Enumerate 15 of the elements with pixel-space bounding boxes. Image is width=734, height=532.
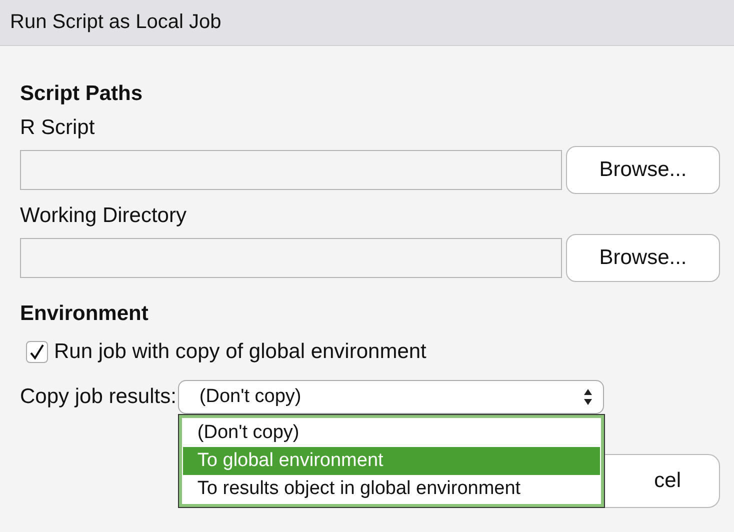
window-title: Run Script as Local Job (10, 11, 222, 34)
browse-button[interactable]: Browse... (566, 146, 720, 194)
section-heading: Script Paths (20, 82, 144, 106)
section-heading: Environment (20, 302, 150, 326)
dropdown-option[interactable]: (Don't copy) (183, 419, 600, 447)
updown-icon (583, 388, 594, 406)
input-field[interactable] (20, 150, 562, 190)
checkbox-label: Run job with copy of global environment (54, 340, 426, 364)
select-dropdown[interactable]: (Don't copy) (178, 380, 604, 414)
browse-button[interactable]: Browse... (566, 234, 720, 282)
select-label: Copy job results: (20, 385, 176, 409)
field-label: Working Directory (20, 204, 188, 228)
input-field[interactable] (20, 238, 562, 278)
field-label: R Script (20, 116, 96, 140)
checkbox[interactable] (26, 341, 48, 363)
